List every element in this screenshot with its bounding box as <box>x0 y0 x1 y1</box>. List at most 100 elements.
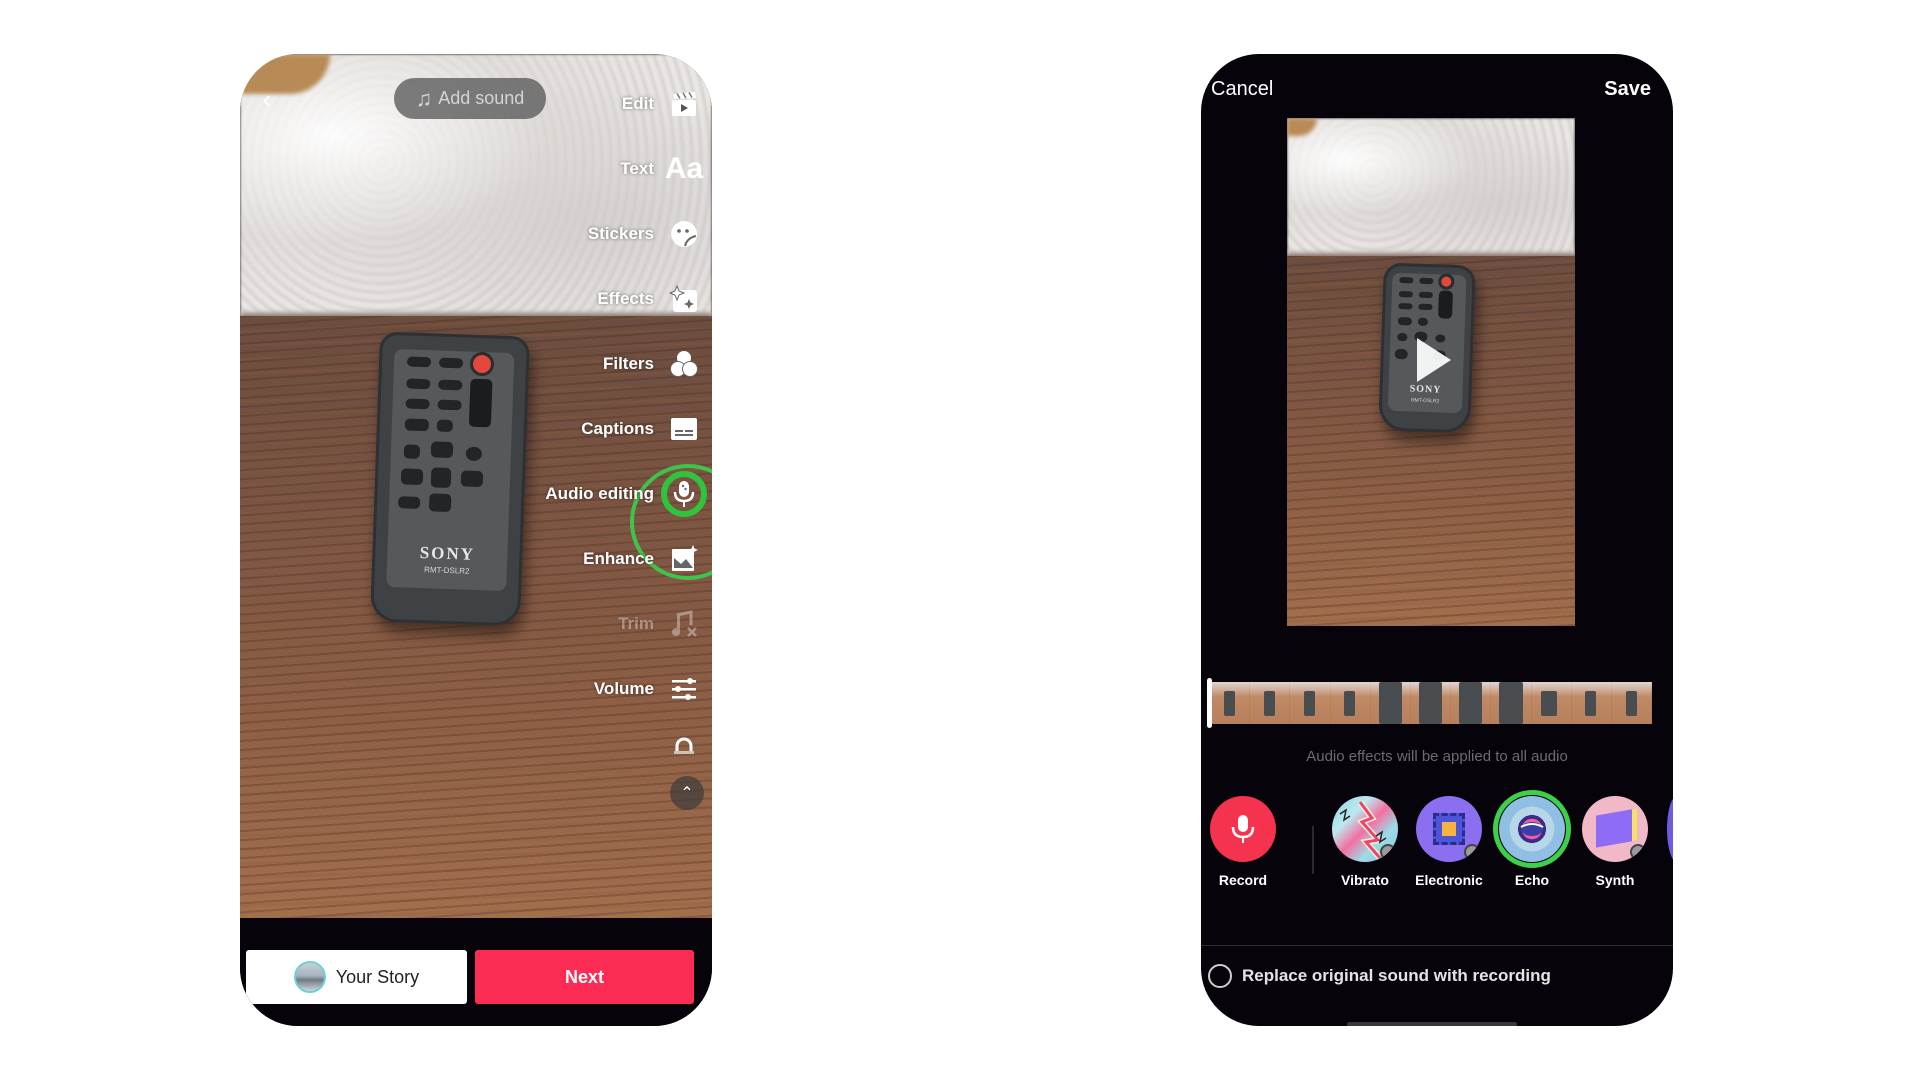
effect-record[interactable]: Record <box>1203 796 1283 888</box>
replace-sound-radio[interactable] <box>1208 964 1232 988</box>
menu-item-trim[interactable]: Trim <box>618 602 704 646</box>
remote-button <box>1417 317 1429 327</box>
video-preview[interactable]: SONY RMT-DSLR2 <box>1287 118 1575 626</box>
timeline-frame <box>1330 682 1371 724</box>
menu-item-effects[interactable]: Effects <box>597 277 704 321</box>
sparkle-effects-icon <box>664 279 704 319</box>
remote-button <box>1418 291 1433 299</box>
audio-effects-info: Audio effects will be applied to all aud… <box>1306 748 1568 765</box>
replace-sound-label: Replace original sound with recording <box>1242 966 1551 985</box>
menu-item-label: Trim <box>618 614 654 633</box>
microphone-icon <box>661 471 707 517</box>
effect-label: Synth <box>1595 872 1635 888</box>
bottom-action-bar: Your Story Next <box>240 918 712 1026</box>
audio-editing-screen: Cancel Save SONY RMT-DSLR2 Audio effects… <box>1201 54 1673 1026</box>
remote-zoom-rocker <box>468 378 493 428</box>
menu-item-captions[interactable]: Captions <box>581 407 704 451</box>
menu-item-label: Audio editing <box>545 484 654 503</box>
remote-dpad-center <box>430 467 452 489</box>
your-story-label: Your Story <box>335 966 420 987</box>
back-chevron-icon[interactable]: ‹ <box>252 84 282 114</box>
remote-zoom-rocker <box>1438 290 1454 319</box>
rug-background <box>1287 118 1575 256</box>
keyboard-icon <box>1582 796 1648 862</box>
remote-print-button <box>397 496 421 509</box>
your-story-button[interactable]: Your Story <box>246 950 467 1004</box>
menu-item-stickers[interactable]: Stickers <box>588 212 704 256</box>
arch-icon <box>664 724 704 764</box>
next-button[interactable]: Next <box>475 950 694 1004</box>
timeline-frame <box>1410 682 1452 724</box>
effect-next-partial[interactable] <box>1667 796 1673 862</box>
timeline-frame <box>1531 682 1572 724</box>
video-timeline[interactable] <box>1207 678 1653 728</box>
menu-item-volume[interactable]: Volume <box>594 667 704 711</box>
menu-item-enhance[interactable]: Enhance <box>583 537 704 581</box>
menu-item-label: Effects <box>597 289 654 308</box>
replace-sound-option[interactable]: Replace original sound with recording <box>1208 964 1551 988</box>
enhance-image-icon <box>664 539 704 579</box>
filters-circles-icon <box>664 344 704 384</box>
audio-effects-row: Record Vibrato Electronic Echo Synth <box>1201 790 1673 906</box>
playhead-handle[interactable] <box>1207 678 1212 728</box>
chip-graphic <box>1433 813 1465 845</box>
divider <box>1312 826 1314 874</box>
remote-button <box>1419 277 1434 285</box>
download-icon <box>1464 844 1480 860</box>
sliders-icon <box>664 669 704 709</box>
download-icon <box>1380 844 1396 860</box>
remote-button <box>437 399 462 411</box>
menu-item-label: Stickers <box>587 224 654 243</box>
remote-button <box>438 357 464 369</box>
mouth-icon <box>1493 790 1571 868</box>
chevron-up-icon: ⌃ <box>670 776 704 810</box>
effect-synth[interactable]: Synth <box>1575 796 1655 888</box>
remote-dpad-right <box>460 470 484 488</box>
music-trim-icon <box>664 604 704 644</box>
menu-item-filters[interactable]: Filters <box>603 342 704 386</box>
remote-button <box>1399 276 1414 284</box>
timeline-frame <box>1370 682 1411 724</box>
clapperboard-icon <box>664 84 704 124</box>
remote-button <box>404 418 430 432</box>
menu-item-partial[interactable] <box>664 722 704 766</box>
remote-button <box>1397 316 1413 326</box>
menu-item-edit[interactable]: Edit <box>622 82 704 126</box>
save-button[interactable]: Save <box>1604 78 1651 101</box>
effect-label: Vibrato <box>1341 872 1389 888</box>
keyboard-graphic <box>1596 808 1637 848</box>
menu-item-label: Text <box>620 159 654 178</box>
record-button[interactable] <box>1210 796 1276 862</box>
menu-item-label: Edit <box>621 94 654 113</box>
timeline-frame <box>1611 682 1653 724</box>
timeline-frame <box>1491 682 1532 724</box>
menu-item-audio-editing[interactable]: Audio editing <box>545 471 707 517</box>
menu-item-label: Filters <box>602 354 654 373</box>
remote-control-image: SONY RMT-DSLR2 <box>369 331 531 627</box>
remote-button <box>438 379 463 391</box>
effect-label: Record <box>1218 872 1268 888</box>
lightning-icon <box>1332 796 1398 862</box>
menu-item-label: Enhance <box>583 549 654 568</box>
remote-dpad-left <box>1394 348 1408 360</box>
timeline-frame <box>1571 682 1612 724</box>
collapse-menu-button[interactable]: ⌃ <box>670 771 704 815</box>
captions-icon <box>664 409 704 449</box>
cancel-button[interactable]: Cancel <box>1211 78 1273 101</box>
remote-button <box>1398 290 1413 298</box>
chip-icon <box>1416 796 1482 862</box>
effect-electronic[interactable]: Electronic <box>1409 796 1489 888</box>
section-divider <box>1201 945 1673 946</box>
sticker-face-icon <box>664 214 704 254</box>
effect-echo[interactable]: Echo <box>1492 790 1572 888</box>
remote-button <box>403 444 421 459</box>
play-icon[interactable] <box>1417 338 1451 382</box>
remote-dpad-left <box>400 468 424 486</box>
effect-label: Electronic <box>1415 872 1483 888</box>
effect-vibrato[interactable]: Vibrato <box>1325 796 1405 888</box>
timeline-frame <box>1451 682 1492 724</box>
timeline-frame <box>1290 682 1331 724</box>
menu-item-text[interactable]: Text Aa <box>620 147 704 191</box>
selected-ring <box>661 471 707 517</box>
effect-label: Echo <box>1514 872 1550 888</box>
